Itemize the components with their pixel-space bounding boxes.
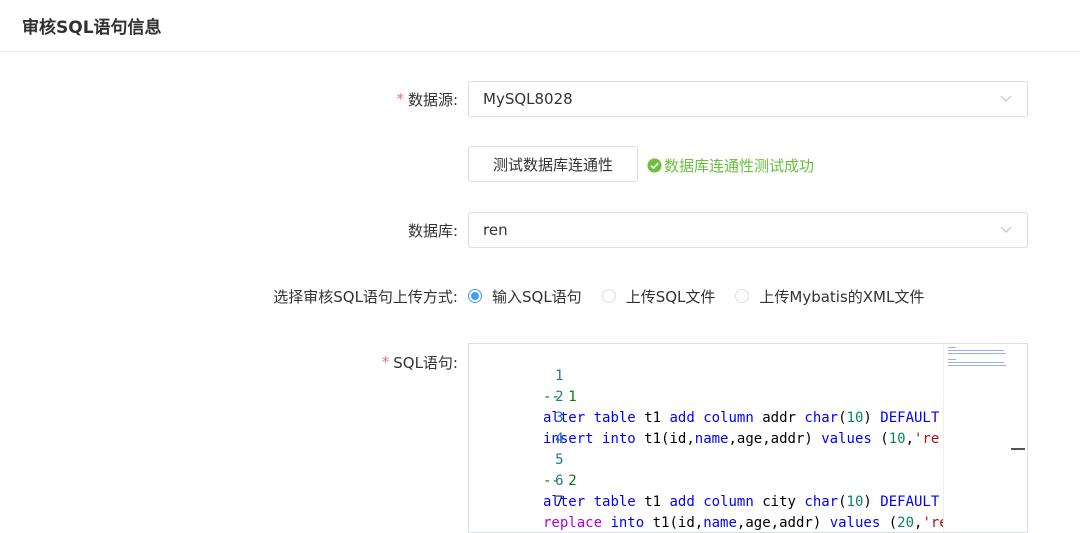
minimap-line xyxy=(948,350,1004,351)
upload-mode-label: 选择审核SQL语句上传方式: xyxy=(273,286,458,307)
code-line: 2 alter table t1 add column addr char(10… xyxy=(469,366,939,426)
radio-upload-sql-file[interactable]: 上传SQL文件 xyxy=(601,286,716,307)
radio-upload-sql-file-label: 上传SQL文件 xyxy=(625,287,716,306)
database-select[interactable]: ren xyxy=(468,212,1028,248)
page-title: 审核SQL语句信息 xyxy=(22,18,162,38)
code-text: alter table t1 add column city char(10) … xyxy=(543,494,940,510)
minimap-line xyxy=(948,353,1006,354)
editor-minimap[interactable] xyxy=(943,344,1008,532)
minimap-line xyxy=(948,359,956,360)
required-asterisk: * xyxy=(396,90,404,108)
radio-dot[interactable] xyxy=(601,289,616,303)
radio-input-sql-label: 输入SQL语句 xyxy=(492,287,582,306)
sql-editor[interactable]: 1 -- 1 2 alter table t1 add column addr … xyxy=(468,343,1028,533)
code-line: 5 -- 2 xyxy=(469,429,577,489)
datasource-row: * 数据源: MySQL8028 xyxy=(0,81,1080,117)
upload-mode-label-text: 选择审核SQL语句上传方式: xyxy=(273,287,458,306)
code-line: 4 xyxy=(469,408,563,447)
minimap-line xyxy=(948,347,956,348)
test-connection-row: 测试数据库连通性 数据库连通性测试成功 xyxy=(0,146,1080,182)
radio-dot[interactable] xyxy=(735,289,750,303)
page-header: 审核SQL语句信息 xyxy=(0,0,1080,52)
code-line-active: 7 replace into t1(id,name,age,addr) valu… xyxy=(469,471,943,531)
chevron-down-icon xyxy=(1000,226,1012,233)
database-row: 数据库: ren xyxy=(0,212,1080,248)
datasource-label-text: 数据源: xyxy=(407,90,458,109)
database-label-text: 数据库: xyxy=(407,221,458,240)
datasource-value: MySQL8028 xyxy=(483,90,573,108)
minimap-line xyxy=(948,365,1006,366)
code-line: 1 -- 1 xyxy=(469,345,577,405)
test-result: 数据库连通性测试成功 xyxy=(647,155,814,176)
code-area[interactable]: 1 -- 1 2 alter table t1 add column addr … xyxy=(469,344,943,532)
upload-mode-row: 选择审核SQL语句上传方式: 输入SQL语句 上传SQL文件 上传Mybatis… xyxy=(0,284,1080,308)
radio-upload-mybatis-xml-label: 上传Mybatis的XML文件 xyxy=(759,287,925,306)
test-connection-button[interactable]: 测试数据库连通性 xyxy=(468,146,638,182)
minimap-line xyxy=(948,362,1004,363)
test-result-text: 数据库连通性测试成功 xyxy=(664,157,815,175)
upload-mode-radio-group: 输入SQL语句 上传SQL文件 上传Mybatis的XML文件 xyxy=(468,286,944,307)
chevron-down-icon xyxy=(1000,95,1012,102)
line-number: 7 xyxy=(555,494,564,510)
datasource-select[interactable]: MySQL8028 xyxy=(468,81,1028,117)
sql-label: * SQL语句: xyxy=(382,352,458,373)
required-asterisk: * xyxy=(381,353,390,371)
code-line: 6 alter table t1 add column city char(10… xyxy=(469,450,939,510)
check-circle-icon xyxy=(647,158,662,173)
radio-dot[interactable] xyxy=(468,289,482,303)
code-text: alter table t1 add column addr char(10) … xyxy=(543,410,940,426)
code-line: 3 insert into t1(id,name,age,addr) value… xyxy=(469,387,939,447)
radio-input-sql[interactable]: 输入SQL语句 xyxy=(468,286,582,307)
datasource-label: * 数据源: xyxy=(396,89,458,110)
sql-label-text: SQL语句: xyxy=(393,353,458,372)
code-text: insert into t1(id,name,age,addr) values … xyxy=(543,431,940,447)
database-label: 数据库: xyxy=(408,220,458,241)
radio-upload-mybatis-xml[interactable]: 上传Mybatis的XML文件 xyxy=(735,286,924,307)
scrollbar-marker[interactable] xyxy=(1011,448,1025,450)
database-value: ren xyxy=(483,221,508,239)
